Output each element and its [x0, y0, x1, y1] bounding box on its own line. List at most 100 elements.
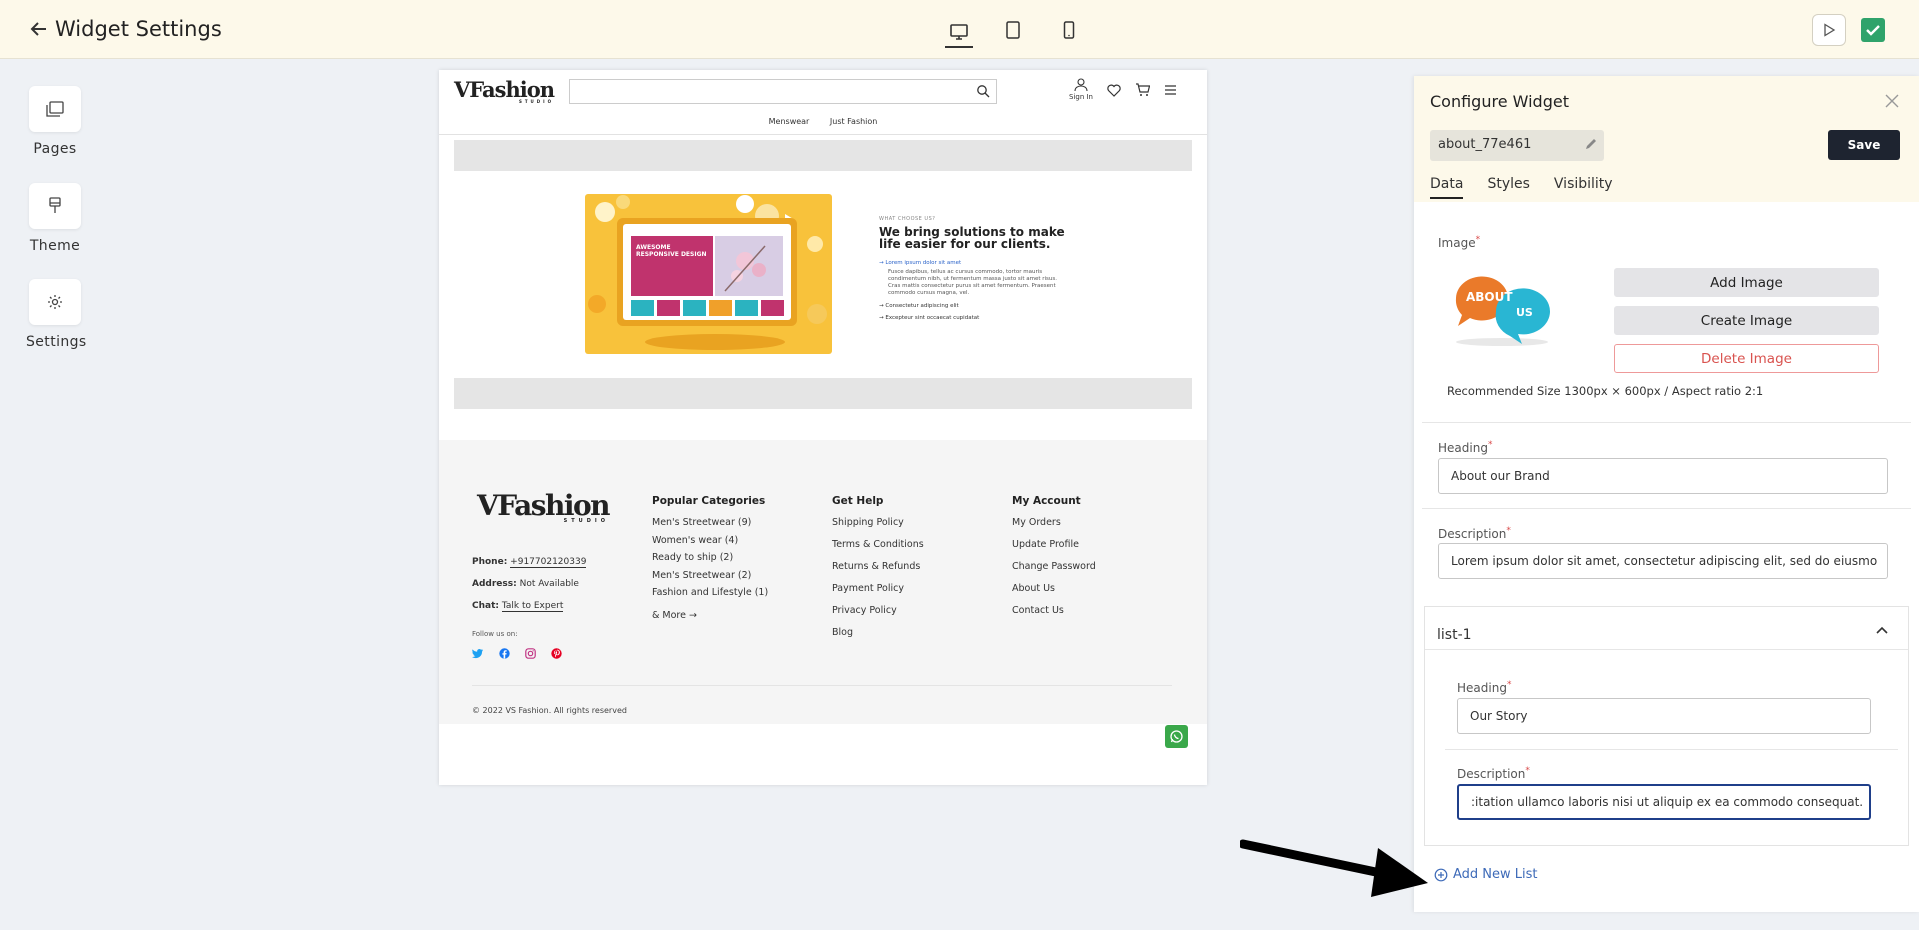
- mobile-view-button[interactable]: [1055, 18, 1083, 42]
- description-input[interactable]: Lorem ipsum dolor sit amet, consectetur …: [1438, 543, 1888, 579]
- gear-icon: [48, 295, 62, 309]
- settings-button[interactable]: [29, 279, 81, 325]
- nav-item-just-fashion[interactable]: Just Fashion: [830, 117, 877, 126]
- add-image-button[interactable]: Add Image: [1614, 268, 1879, 297]
- image-label: Image*: [1438, 235, 1480, 250]
- create-image-button[interactable]: Create Image: [1614, 306, 1879, 335]
- menu-icon[interactable]: [1164, 84, 1177, 96]
- social-links: [472, 648, 562, 659]
- nav-item-menswear[interactable]: Menswear: [769, 117, 810, 126]
- footer-link[interactable]: Shipping Policy: [832, 517, 924, 528]
- sign-in-link[interactable]: Sign In: [1069, 78, 1093, 101]
- footer-link[interactable]: My Orders: [1012, 517, 1096, 528]
- delete-image-button[interactable]: Delete Image: [1614, 344, 1879, 373]
- footer-more-link[interactable]: & More →: [652, 610, 768, 621]
- list-heading-input[interactable]: Our Story: [1457, 698, 1871, 734]
- twitter-icon[interactable]: [472, 648, 484, 659]
- tab-styles[interactable]: Styles: [1487, 176, 1529, 199]
- tab-visibility[interactable]: Visibility: [1554, 176, 1613, 199]
- site-preview[interactable]: VFashion STUDIO Sign In Menswear Just Fa…: [439, 70, 1207, 785]
- site-logo[interactable]: VFashion STUDIO: [454, 77, 555, 104]
- list-heading-label: Heading*: [1457, 680, 1511, 695]
- desktop-view-button[interactable]: [945, 18, 973, 48]
- hero-kicker: WHAT CHOOSE US?: [879, 216, 936, 222]
- footer-link[interactable]: Men's Streetwear (2): [652, 570, 768, 581]
- footer-link[interactable]: About Us: [1012, 583, 1096, 594]
- top-bar: Widget Settings: [0, 0, 1919, 59]
- footer-contact: Phone: +917702120339 Address: Not Availa…: [472, 551, 587, 617]
- tablet-view-button[interactable]: [999, 18, 1027, 42]
- hero-heading: We bring solutions to make life easier f…: [879, 225, 1065, 251]
- chat-link[interactable]: Talk to Expert: [501, 601, 564, 612]
- cart-icon[interactable]: [1135, 83, 1150, 97]
- phone-label: Phone:: [472, 557, 508, 567]
- footer-col-title: Get Help: [832, 495, 884, 507]
- pinterest-icon[interactable]: [551, 648, 562, 659]
- footer-link[interactable]: Returns & Refunds: [832, 561, 924, 572]
- hero-list-item: → Consectetur adipiscing elit: [879, 303, 959, 309]
- description-label-text: Description: [1438, 527, 1507, 541]
- annotation-arrow-icon: [1240, 839, 1428, 897]
- arrow-left-icon[interactable]: [28, 18, 50, 40]
- footer-link[interactable]: Women's wear (4): [652, 535, 768, 546]
- site-nav: Menswear Just Fashion: [439, 117, 1207, 126]
- pages-button[interactable]: [29, 86, 81, 132]
- close-icon[interactable]: [1884, 90, 1900, 114]
- search-icon: [977, 85, 990, 98]
- widget-id-field[interactable]: about_77e461: [1430, 130, 1604, 161]
- configure-widget-panel: Configure Widget about_77e461 Save Data …: [1414, 76, 1919, 912]
- desktop-icon: [950, 24, 968, 40]
- footer-link[interactable]: Men's Streetwear (9): [652, 517, 768, 528]
- footer-link[interactable]: Change Password: [1012, 561, 1096, 572]
- heading-input[interactable]: About our Brand: [1438, 458, 1888, 494]
- sidebar-item-theme[interactable]: Theme: [26, 183, 84, 254]
- footer-link[interactable]: Blog: [832, 627, 924, 638]
- chevron-up-icon[interactable]: [1875, 623, 1889, 637]
- sidebar-item-pages[interactable]: Pages: [26, 86, 84, 157]
- footer-link[interactable]: Fashion and Lifestyle (1): [652, 587, 768, 598]
- hero-list: → Lorem ipsum dolor sit amet Fusce dapib…: [879, 260, 1069, 321]
- image-label-text: Image: [1438, 236, 1476, 250]
- sign-in-label: Sign In: [1069, 93, 1093, 101]
- list-description-label-text: Description: [1457, 767, 1526, 781]
- theme-button[interactable]: [29, 183, 81, 229]
- sidebar-item-settings[interactable]: Settings: [26, 279, 86, 350]
- site-footer: VFashion STUDIO Phone: +917702120339 Add…: [439, 440, 1207, 724]
- whatsapp-button[interactable]: [1165, 725, 1188, 748]
- publish-button[interactable]: [1856, 14, 1890, 46]
- phone-link[interactable]: +917702120339: [510, 557, 587, 568]
- hero-screen-text: AWESOME RESPONSIVE DESIGN: [636, 244, 707, 258]
- pencil-icon[interactable]: [1584, 137, 1598, 151]
- sidebar-label-pages: Pages: [33, 141, 77, 157]
- footer-link[interactable]: Payment Policy: [832, 583, 924, 594]
- preview-button[interactable]: [1812, 14, 1846, 46]
- site-search-input[interactable]: [569, 79, 997, 104]
- hero-screen: AWESOME RESPONSIVE DESIGN: [623, 224, 791, 320]
- footer-link[interactable]: Update Profile: [1012, 539, 1096, 550]
- thumbnail-text-about: ABOUT: [1466, 290, 1513, 304]
- tab-data[interactable]: Data: [1430, 176, 1464, 199]
- footer-link[interactable]: Privacy Policy: [832, 605, 924, 616]
- footer-link[interactable]: Terms & Conditions: [832, 539, 924, 550]
- footer-col-popular: Popular Categories Men's Streetwear (9) …: [652, 495, 768, 628]
- list-title[interactable]: list-1: [1437, 627, 1472, 643]
- hero-screen-panel: AWESOME RESPONSIVE DESIGN: [631, 236, 713, 296]
- instagram-icon[interactable]: [525, 648, 536, 659]
- save-button[interactable]: Save: [1828, 130, 1900, 160]
- facebook-icon[interactable]: [499, 648, 510, 659]
- sidebar-label-theme: Theme: [29, 238, 81, 254]
- list-description-input[interactable]: :itation ullamco laboris nisi ut aliquip…: [1457, 784, 1871, 820]
- footer-logo[interactable]: VFashion STUDIO: [477, 489, 611, 524]
- heart-icon[interactable]: [1107, 84, 1121, 97]
- divider: [1425, 649, 1908, 650]
- required-mark: *: [1475, 235, 1481, 245]
- brush-icon: [49, 197, 61, 213]
- hero-list-item-title: Consectetur adipiscing elit: [885, 303, 959, 309]
- footer-divider: [472, 685, 1172, 686]
- add-new-list-button[interactable]: Add New List: [1434, 867, 1538, 882]
- user-icon: [1074, 78, 1088, 92]
- footer-link[interactable]: Contact Us: [1012, 605, 1096, 616]
- footer-col-account: My Account My Orders Update Profile Chan…: [1012, 495, 1096, 623]
- footer-link[interactable]: Ready to ship (2): [652, 552, 768, 563]
- hero-list-item-title: Excepteur sint occaecat cupidatat: [885, 315, 980, 321]
